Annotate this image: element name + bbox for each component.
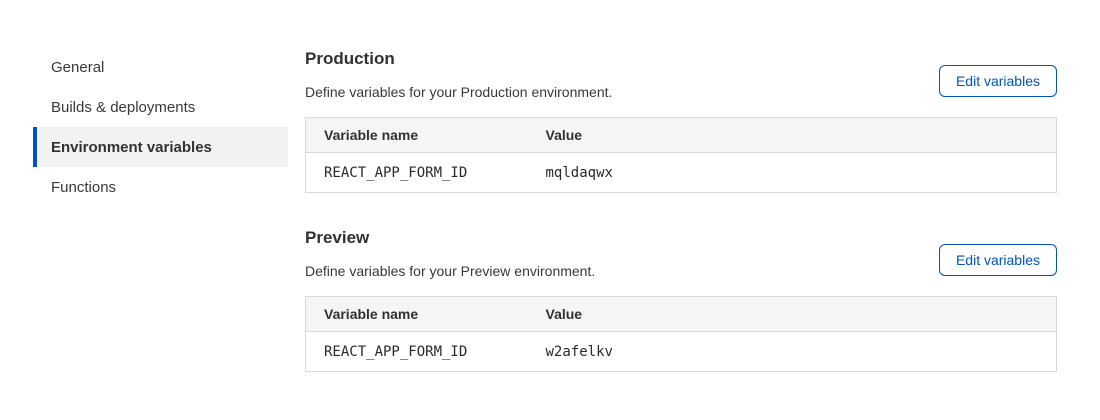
preview-edit-variables-button[interactable]: Edit variables [939, 244, 1057, 276]
preview-section-title: Preview [305, 227, 595, 249]
preview-section-description: Define variables for your Preview enviro… [305, 261, 595, 281]
column-header-value: Value [528, 118, 1057, 153]
sidebar-item-functions[interactable]: Functions [33, 167, 288, 207]
variable-name-cell: REACT_APP_FORM_ID [306, 153, 528, 193]
variable-value-cell: mqldaqwx [528, 153, 1057, 193]
sidebar-item-general[interactable]: General [33, 47, 288, 87]
preview-variables-table: Variable name Value REACT_APP_FORM_ID w2… [305, 296, 1057, 372]
column-header-variable-name: Variable name [306, 297, 528, 332]
production-section-header: Production Define variables for your Pro… [305, 48, 1057, 102]
column-header-variable-name: Variable name [306, 118, 528, 153]
sidebar-item-environment-variables[interactable]: Environment variables [33, 127, 288, 167]
settings-sidebar: General Builds & deployments Environment… [33, 47, 288, 207]
settings-main-content: Production Define variables for your Pro… [305, 0, 1057, 372]
sidebar-item-label: General [51, 59, 104, 76]
sidebar-item-label: Environment variables [51, 139, 212, 156]
production-section: Production Define variables for your Pro… [305, 48, 1057, 193]
production-section-title: Production [305, 48, 612, 70]
environment-variables-settings-page: General Builds & deployments Environment… [0, 0, 1100, 420]
production-variables-table: Variable name Value REACT_APP_FORM_ID mq… [305, 117, 1057, 193]
table-row: REACT_APP_FORM_ID w2afelkv [306, 332, 1057, 372]
variable-value-cell: w2afelkv [528, 332, 1057, 372]
preview-section-header: Preview Define variables for your Previe… [305, 227, 1057, 281]
table-row: REACT_APP_FORM_ID mqldaqwx [306, 153, 1057, 193]
table-header-row: Variable name Value [306, 118, 1057, 153]
preview-section-text: Preview Define variables for your Previe… [305, 227, 595, 281]
table-header-row: Variable name Value [306, 297, 1057, 332]
preview-section: Preview Define variables for your Previe… [305, 227, 1057, 372]
sidebar-item-label: Functions [51, 179, 116, 196]
variable-name-cell: REACT_APP_FORM_ID [306, 332, 528, 372]
sidebar-item-label: Builds & deployments [51, 99, 195, 116]
production-section-description: Define variables for your Production env… [305, 82, 612, 102]
production-section-text: Production Define variables for your Pro… [305, 48, 612, 102]
sidebar-item-builds-deployments[interactable]: Builds & deployments [33, 87, 288, 127]
column-header-value: Value [528, 297, 1057, 332]
production-edit-variables-button[interactable]: Edit variables [939, 65, 1057, 97]
